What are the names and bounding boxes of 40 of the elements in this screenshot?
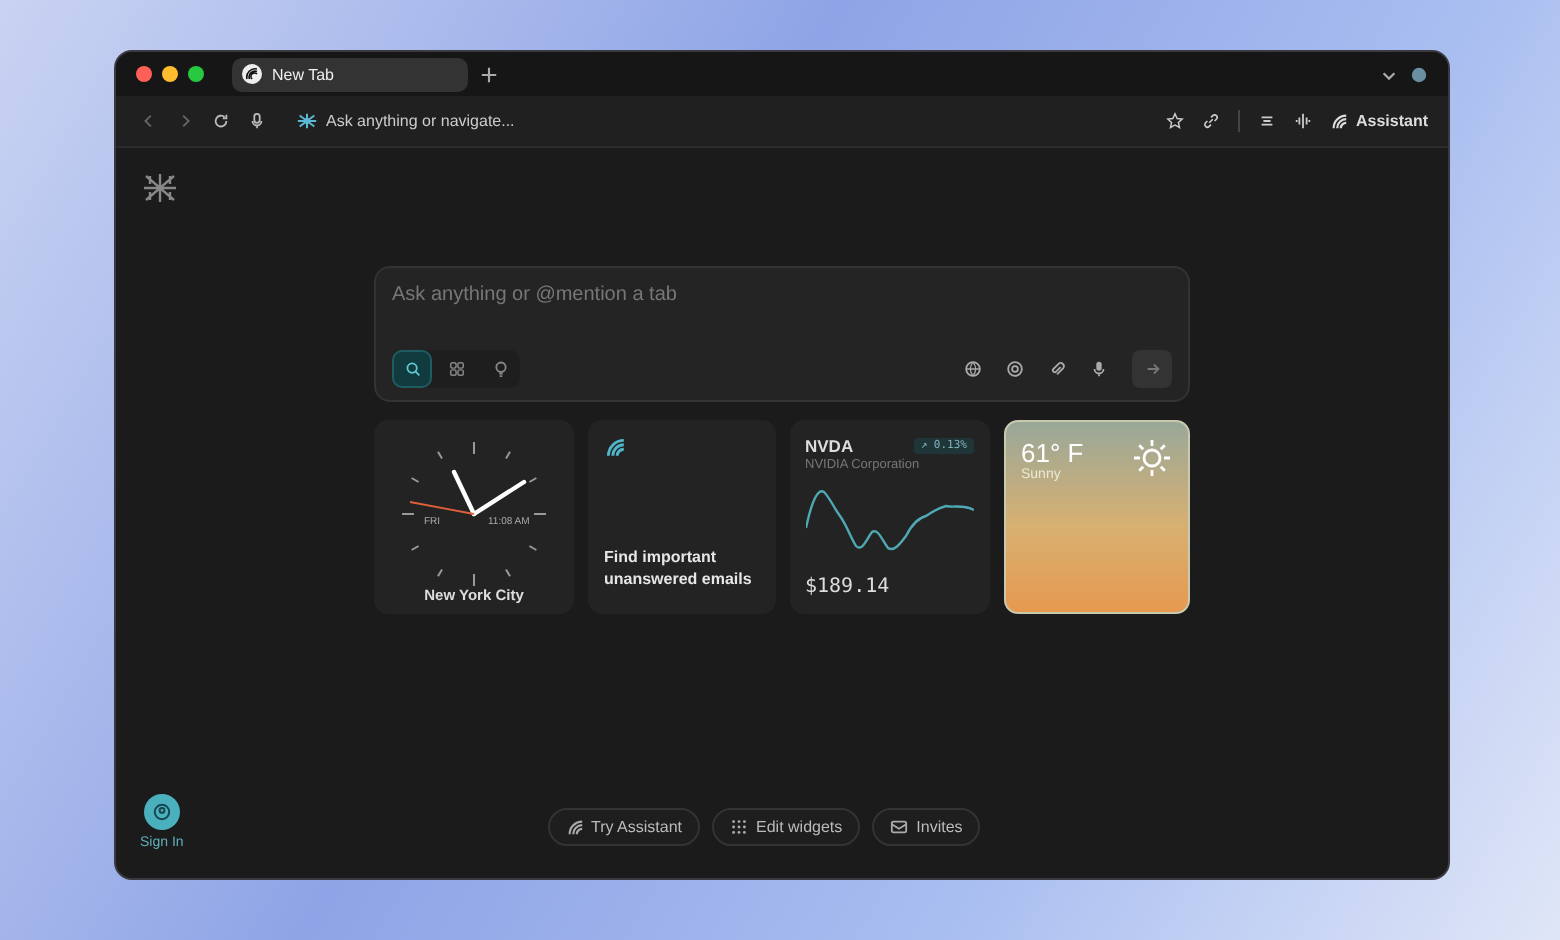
grid-icon — [447, 360, 465, 378]
assistant-logo-icon — [604, 436, 626, 458]
zoom-button[interactable] — [188, 66, 204, 82]
prompt-input-field[interactable]: Ask anything or @mention a tab — [392, 284, 1172, 306]
temperature: 61° F — [1021, 438, 1084, 468]
send-button[interactable] — [1132, 350, 1172, 388]
mail-icon — [890, 818, 909, 836]
microphone-icon[interactable] — [248, 112, 266, 130]
search-mode-button[interactable] — [392, 350, 432, 388]
assistant-button[interactable]: Try Assistant — [547, 808, 701, 846]
profile-icon[interactable] — [1410, 65, 1428, 83]
target-icon[interactable] — [1006, 360, 1024, 378]
waveform-icon[interactable] — [1293, 112, 1312, 130]
globe-icon[interactable] — [964, 360, 982, 378]
minimize-button[interactable] — [162, 66, 178, 82]
microphone-icon[interactable] — [1090, 360, 1108, 378]
address-bar[interactable]: Ask anything or navigate... — [296, 110, 515, 132]
stock-symbol: NVDA — [805, 436, 854, 456]
widgets-button[interactable]: Edit widgets — [712, 808, 861, 846]
list-icon[interactable] — [1257, 112, 1276, 130]
assistant-widget[interactable]: Find important unanswered emails — [588, 420, 775, 614]
paperclip-icon[interactable] — [1048, 360, 1066, 378]
browser-tab[interactable]: New Tab — [232, 57, 468, 91]
dots-grid-icon — [730, 818, 749, 836]
assistant-logo-icon — [565, 818, 584, 836]
close-button[interactable] — [136, 66, 152, 82]
tab-logo-icon — [242, 64, 262, 84]
mail-button[interactable]: Invites — [872, 808, 981, 846]
assistant-button[interactable]: Assistant — [1329, 112, 1428, 130]
reload-icon[interactable] — [212, 112, 230, 130]
sun-icon — [1132, 438, 1172, 478]
new-tab-icon[interactable] — [480, 65, 498, 83]
stock-price: $189.14 — [805, 576, 892, 598]
star-icon[interactable] — [1165, 112, 1184, 130]
link-icon[interactable] — [1201, 112, 1220, 130]
assistant-logo-icon — [1329, 112, 1348, 130]
suggestion-text: Find important unanswered emails — [604, 548, 754, 592]
search-icon — [403, 360, 421, 378]
lightbulb-icon — [491, 360, 509, 378]
arrow-right-icon — [1143, 360, 1161, 378]
